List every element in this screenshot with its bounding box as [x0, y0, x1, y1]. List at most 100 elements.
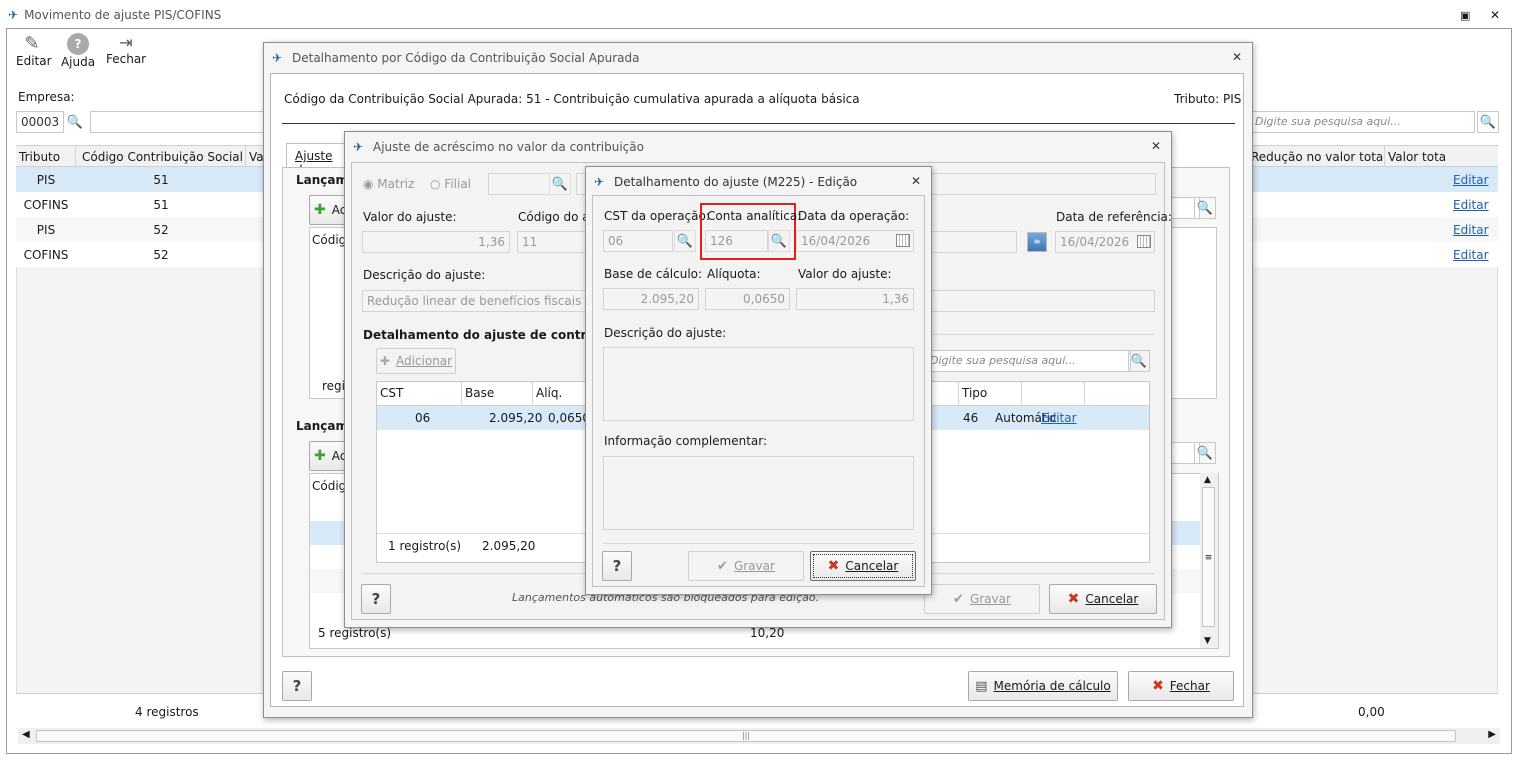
close-tool[interactable]: ⇥ Fechar: [106, 33, 146, 73]
check-icon: ✔: [717, 558, 728, 574]
conta-input[interactable]: 126: [705, 230, 768, 252]
valor-ajuste-input[interactable]: 1,36: [796, 288, 914, 310]
info-complementar-label: Informação complementar:: [604, 434, 768, 448]
v-scrollbar[interactable]: ▲ ≡ ▼: [1200, 473, 1218, 648]
scroll-up-icon[interactable]: ▲: [1204, 475, 1211, 485]
edit-tool[interactable]: ✎ Editar: [16, 33, 52, 73]
codigo-label: Código do aj: [518, 210, 593, 224]
search-icon[interactable]: 🔍: [1194, 197, 1216, 219]
detail-dialog-titlebar: ✈ Detalhamento por Código da Contribuiçã…: [264, 43, 1252, 73]
row-tributo: PIS: [36, 172, 56, 187]
col-blank2: [1022, 382, 1085, 405]
descricao-ajuste-textarea[interactable]: [603, 347, 914, 421]
cst-search-icon[interactable]: 🔍: [674, 230, 696, 252]
restore-icon[interactable]: ▣: [1460, 9, 1470, 22]
search-icon[interactable]: 🔍: [1194, 442, 1216, 464]
data-ref-label: Data de referência:: [1056, 210, 1172, 224]
close-tool-label: Fechar: [106, 52, 147, 66]
close-icon[interactable]: ✕: [1490, 8, 1500, 22]
add-button-2[interactable]: ✚ Ac: [309, 441, 349, 471]
filial-search-icon[interactable]: 🔍: [549, 173, 571, 195]
cst-input[interactable]: 06: [603, 230, 673, 252]
row-edit-link[interactable]: Editar: [1453, 173, 1489, 187]
divider: [603, 543, 914, 544]
row-codigo: 52: [153, 247, 169, 262]
col-tipo[interactable]: Tipo: [959, 382, 1022, 405]
valor-input[interactable]: 1,36: [362, 231, 510, 253]
gravar-label: Gravar: [969, 592, 1011, 606]
app-logo-icon: ✈: [8, 8, 19, 22]
main-search-placeholder: Digite sua pesquisa aqui...: [1255, 115, 1401, 128]
help-button[interactable]: ?: [282, 671, 312, 701]
col-cst[interactable]: CST: [377, 382, 462, 405]
adicionar-button[interactable]: ✚ Adicionar: [376, 348, 456, 374]
edit-tool-label: Editar: [16, 54, 52, 68]
memoria-calculo-button[interactable]: ▤ Memória de cálculo: [968, 671, 1118, 701]
help-button[interactable]: ?: [361, 584, 391, 614]
col-reducao[interactable]: Redução no valor total: [1248, 146, 1385, 166]
descricao-label: Descrição do ajuste:: [363, 268, 486, 282]
h-scrollbar[interactable]: ◀ ||| ▶: [18, 728, 1500, 744]
gravar-button[interactable]: ✔ Gravar: [924, 584, 1040, 614]
close-icon[interactable]: ✕: [911, 175, 921, 187]
col-codigo-label: Código Contribuição Social: [79, 146, 245, 166]
row-tributo: COFINS: [23, 247, 69, 262]
empresa-input[interactable]: 00003: [16, 111, 64, 133]
aliquota-input[interactable]: 0,0650: [705, 288, 790, 310]
row-tributo: PIS: [36, 222, 56, 237]
calendar-icon[interactable]: [1137, 235, 1151, 251]
row-codigo: 52: [153, 222, 169, 237]
row-edit-link[interactable]: Editar: [1453, 248, 1489, 262]
search-input-3[interactable]: Digite sua pesquisa aqui...: [925, 350, 1131, 372]
scroll-left-icon[interactable]: ◀: [22, 729, 30, 740]
col-tributo[interactable]: Tributo: [16, 146, 76, 166]
row-edit-link[interactable]: Editar: [1453, 198, 1489, 212]
main-grid-header: Tributo Código Contribuição Social ▲ Va: [16, 145, 266, 167]
scroll-down-icon[interactable]: ▼: [1204, 636, 1211, 646]
cancelar-button[interactable]: ✖ Cancelar: [1049, 584, 1157, 614]
close-icon[interactable]: ✕: [1232, 51, 1242, 63]
col-valor-total[interactable]: Valor tota: [1385, 146, 1498, 166]
row-edit-link[interactable]: Editar: [1041, 411, 1077, 425]
scroll-right-icon[interactable]: ▶: [1488, 729, 1496, 740]
close-x-icon: ✖: [1152, 678, 1164, 694]
divider: [282, 123, 1235, 124]
base-input[interactable]: 2.095,20: [603, 288, 699, 310]
help-button[interactable]: ?: [602, 551, 632, 581]
tab-ajuste[interactable]: Ajuste de: [286, 143, 346, 177]
gravar-label: Gravar: [733, 559, 775, 573]
main-titlebar: ✈ Movimento de ajuste PIS/COFINS: [0, 0, 1518, 30]
scroll-thumb[interactable]: ≡: [1202, 487, 1215, 627]
help-tool[interactable]: ? Ajuda: [60, 33, 96, 73]
gravar-button[interactable]: ✔ Gravar: [688, 551, 804, 581]
filial-radio[interactable]: ○ Filial: [430, 177, 471, 191]
empresa-name-field: [90, 111, 265, 133]
matriz-radio[interactable]: ◉ Matriz: [363, 177, 414, 191]
calendar-lookup-icon[interactable]: ≡: [1027, 232, 1047, 252]
row-tributo: COFINS: [23, 197, 69, 212]
grid-1-right: [1170, 227, 1217, 399]
add-button-1[interactable]: ✚ Ac: [309, 195, 349, 225]
grid-2-col-codigo: Códig: [312, 479, 347, 493]
col-base[interactable]: Base: [462, 382, 533, 405]
filial-input[interactable]: [488, 173, 550, 195]
m225-dialog-titlebar: ✈ Detalhamento do ajuste (M225) - Edição: [586, 167, 931, 197]
empresa-search-icon[interactable]: 🔍: [64, 111, 86, 133]
fechar-button[interactable]: ✖ Fechar: [1128, 671, 1234, 701]
col-aliq[interactable]: Alíq.: [533, 382, 593, 405]
app-logo-icon: ✈: [353, 140, 364, 154]
calendar-icon[interactable]: [896, 234, 910, 250]
cancelar-label: Cancelar: [845, 559, 899, 573]
row-edit-link[interactable]: Editar: [1453, 223, 1489, 237]
cancelar-label: Cancelar: [1085, 592, 1139, 606]
row-codigo: 51: [153, 172, 169, 187]
col-codigo[interactable]: Código Contribuição Social ▲: [76, 146, 246, 166]
main-search-icon[interactable]: 🔍: [1477, 111, 1499, 133]
scroll-thumb[interactable]: |||: [36, 730, 1456, 742]
info-complementar-textarea[interactable]: [603, 456, 914, 530]
conta-search-icon[interactable]: 🔍: [768, 230, 790, 252]
search-icon[interactable]: 🔍: [1128, 350, 1150, 372]
close-icon[interactable]: ✕: [1151, 140, 1161, 152]
cancelar-button[interactable]: ✖ Cancelar: [810, 551, 916, 581]
main-search-input[interactable]: Digite sua pesquisa aqui...: [1250, 111, 1475, 133]
